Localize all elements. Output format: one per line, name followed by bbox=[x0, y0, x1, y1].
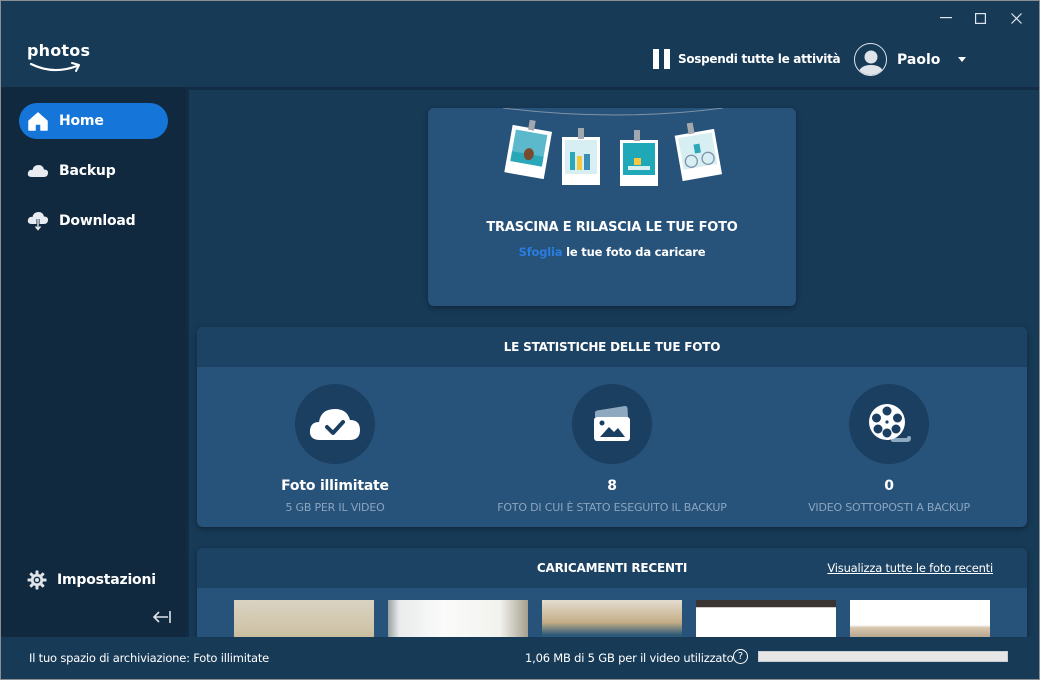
home-icon bbox=[27, 110, 49, 132]
collapse-sidebar-button[interactable] bbox=[152, 609, 172, 628]
pause-all-button[interactable]: Sospendi tutte le attività bbox=[653, 49, 841, 69]
cloud-check-icon bbox=[309, 409, 360, 440]
thumbnail[interactable] bbox=[850, 600, 990, 637]
settings-label: Impostazioni bbox=[57, 572, 156, 588]
sidebar-item-home[interactable]: Home bbox=[19, 103, 168, 139]
sidebar-item-backup[interactable]: Backup bbox=[19, 153, 168, 189]
chevron-down-icon bbox=[958, 57, 967, 62]
cloud-download-icon bbox=[27, 210, 49, 232]
collapse-left-icon bbox=[152, 611, 171, 623]
sidebar: Home Backup Download Impostazioni bbox=[1, 87, 186, 637]
pause-icon bbox=[653, 49, 670, 69]
drop-zone-subtitle-text: le tue foto da caricare bbox=[562, 245, 706, 259]
gear-icon bbox=[27, 570, 47, 590]
stat-videos-backed-up: 0 VIDEO SOTTOPOSTI A BACKUP bbox=[751, 384, 1027, 514]
smile-arrow-icon bbox=[29, 62, 80, 72]
close-icon bbox=[1010, 12, 1022, 24]
status-bar: Il tuo spazio di archiviazione: Foto ill… bbox=[1, 637, 1039, 679]
polaroid-family-icon bbox=[562, 128, 600, 185]
polaroid-lamp-icon bbox=[620, 130, 658, 186]
photo-icon bbox=[594, 406, 630, 441]
film-reel-icon bbox=[869, 404, 911, 442]
user-name: Paolo bbox=[897, 51, 941, 68]
stats-header: LE STATISTICHE DELLE TUE FOTO bbox=[197, 327, 1027, 367]
avatar bbox=[854, 43, 887, 76]
drop-zone-subtitle: Sfoglia le tue foto da caricare bbox=[428, 245, 796, 259]
minimize-button[interactable] bbox=[931, 7, 961, 29]
thumbnail-strip bbox=[234, 600, 990, 637]
stat-label: 5 GB PER IL VIDEO bbox=[285, 501, 385, 514]
polaroid-illustration bbox=[502, 108, 724, 186]
polaroid-dog-icon bbox=[504, 119, 553, 180]
stat-unlimited-photos: Foto illimitate 5 GB PER IL VIDEO bbox=[197, 384, 473, 514]
stat-value: 8 bbox=[607, 478, 617, 494]
title-bar: photos Sospendi tutte le attività Paolo bbox=[1, 1, 1039, 87]
sidebar-item-download[interactable]: Download bbox=[19, 203, 168, 239]
recent-title: CARICAMENTI RECENTI bbox=[536, 561, 688, 575]
stat-value: Foto illimitate bbox=[281, 478, 389, 494]
user-icon bbox=[857, 50, 884, 75]
thumbnail[interactable] bbox=[388, 600, 528, 637]
browse-link[interactable]: Sfoglia bbox=[519, 245, 563, 259]
view-all-recent-link[interactable]: Visualizza tutte le foto recenti bbox=[827, 561, 993, 575]
usage-progress-bar bbox=[758, 651, 1008, 662]
stats-title: LE STATISTICHE DELLE TUE FOTO bbox=[503, 340, 721, 354]
app-logo: photos bbox=[27, 41, 91, 77]
user-menu[interactable]: Paolo bbox=[854, 43, 967, 76]
cloud-icon bbox=[27, 160, 49, 182]
drop-zone-title: TRASCINA E RILASCIA LE TUE FOTO bbox=[486, 220, 738, 235]
pause-all-label: Sospendi tutte le attività bbox=[678, 52, 841, 66]
close-button[interactable] bbox=[1001, 7, 1031, 29]
thumbnail[interactable] bbox=[696, 600, 836, 637]
video-usage-status: 1,06 MB di 5 GB per il video utilizzato bbox=[525, 651, 734, 665]
thumbnail[interactable] bbox=[234, 600, 374, 637]
recent-header: CARICAMENTI RECENTI Visualizza tutte le … bbox=[197, 548, 1027, 588]
sidebar-item-label: Backup bbox=[59, 163, 116, 179]
thumbnail[interactable] bbox=[542, 600, 682, 637]
storage-status: Il tuo spazio di archiviazione: Foto ill… bbox=[29, 651, 270, 665]
logo-text: photos bbox=[27, 41, 91, 60]
help-icon[interactable]: ? bbox=[733, 649, 748, 664]
app-window: photos Sospendi tutte le attività Paolo bbox=[0, 0, 1040, 680]
minimize-icon bbox=[940, 17, 952, 19]
recent-uploads-panel: CARICAMENTI RECENTI Visualizza tutte le … bbox=[197, 548, 1027, 637]
stats-panel: LE STATISTICHE DELLE TUE FOTO Foto illim… bbox=[197, 327, 1027, 527]
sidebar-item-label: Download bbox=[59, 213, 136, 229]
stat-label: FOTO DI CUI È STATO ESEGUITO IL BACKUP bbox=[497, 501, 727, 514]
settings-button[interactable]: Impostazioni bbox=[27, 570, 156, 590]
main-content: TRASCINA E RILASCIA LE TUE FOTO Sfoglia … bbox=[186, 87, 1039, 637]
drop-zone[interactable]: TRASCINA E RILASCIA LE TUE FOTO Sfoglia … bbox=[428, 108, 796, 306]
maximize-icon bbox=[974, 12, 986, 24]
stat-value: 0 bbox=[884, 478, 894, 494]
maximize-button[interactable] bbox=[965, 7, 995, 29]
stat-photos-backed-up: 8 FOTO DI CUI È STATO ESEGUITO IL BACKUP bbox=[474, 384, 750, 514]
stat-label: VIDEO SOTTOPOSTI A BACKUP bbox=[808, 501, 970, 514]
sidebar-item-label: Home bbox=[59, 113, 104, 129]
polaroid-bike-icon bbox=[674, 122, 723, 182]
